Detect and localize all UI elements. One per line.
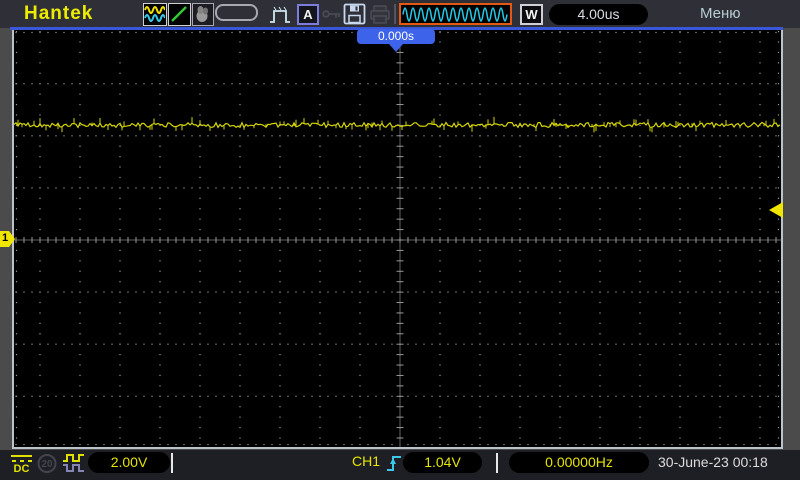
trigger-source-label: CH1 — [352, 453, 380, 469]
channel1-position-marker[interactable]: 1 — [0, 231, 15, 247]
key-lock-icon[interactable] — [322, 8, 341, 20]
hand-tool-button[interactable] — [192, 3, 214, 26]
channel-marker-label: 1 — [2, 232, 8, 244]
status-divider — [171, 453, 173, 473]
top-toolbar: Hantek A — [0, 0, 800, 28]
trigger-position-marker[interactable]: 0.000s — [357, 29, 435, 44]
invert-waveform-icon — [61, 452, 86, 475]
graticule-area — [12, 30, 783, 449]
diagonal-line-icon — [169, 4, 189, 24]
menu-button[interactable]: Меню — [700, 5, 741, 22]
bandwidth-limit-icon: 20 — [36, 452, 58, 475]
hand-icon — [193, 4, 212, 24]
dc-coupling-icon: DC — [9, 452, 34, 475]
measure-cursor-button[interactable] — [168, 3, 191, 26]
coupling-label: DC — [14, 463, 30, 475]
bottom-status-bar: DC 20 2.00V CH1 1.04V 0.00000Hz 30-June-… — [0, 450, 800, 480]
print-icon[interactable] — [369, 4, 391, 25]
save-floppy-icon[interactable] — [343, 3, 366, 25]
empty-indicator-slot — [215, 4, 258, 21]
trigger-level-readout: 1.04V — [403, 452, 482, 473]
frequency-counter-readout: 0.00000Hz — [509, 452, 649, 473]
bandwidth-label: 20 — [41, 459, 53, 470]
channel1-trace — [14, 30, 781, 447]
trigger-position-arrow-icon — [389, 44, 403, 52]
trigger-level-marker[interactable] — [769, 202, 783, 218]
waveform-display-button[interactable] — [143, 3, 167, 26]
status-divider — [496, 453, 498, 473]
brand-logo: Hantek — [24, 3, 93, 25]
preview-sine-icon — [401, 5, 510, 23]
datetime-display: 30-June-23 00:18 — [658, 454, 768, 470]
timebase-readout: 4.00us — [549, 4, 648, 25]
rising-edge-icon — [386, 453, 402, 473]
toolbar-divider — [394, 4, 396, 24]
volts-per-div-readout: 2.00V — [88, 452, 170, 473]
window-mode-button[interactable]: W — [520, 4, 543, 25]
pulse-trigger-icon[interactable] — [268, 5, 294, 25]
auto-mode-button[interactable]: A — [297, 4, 319, 25]
oscilloscope-screen: Hantek A — [0, 0, 800, 480]
waveform-preview[interactable] — [399, 3, 512, 25]
waves-icon — [144, 4, 165, 24]
